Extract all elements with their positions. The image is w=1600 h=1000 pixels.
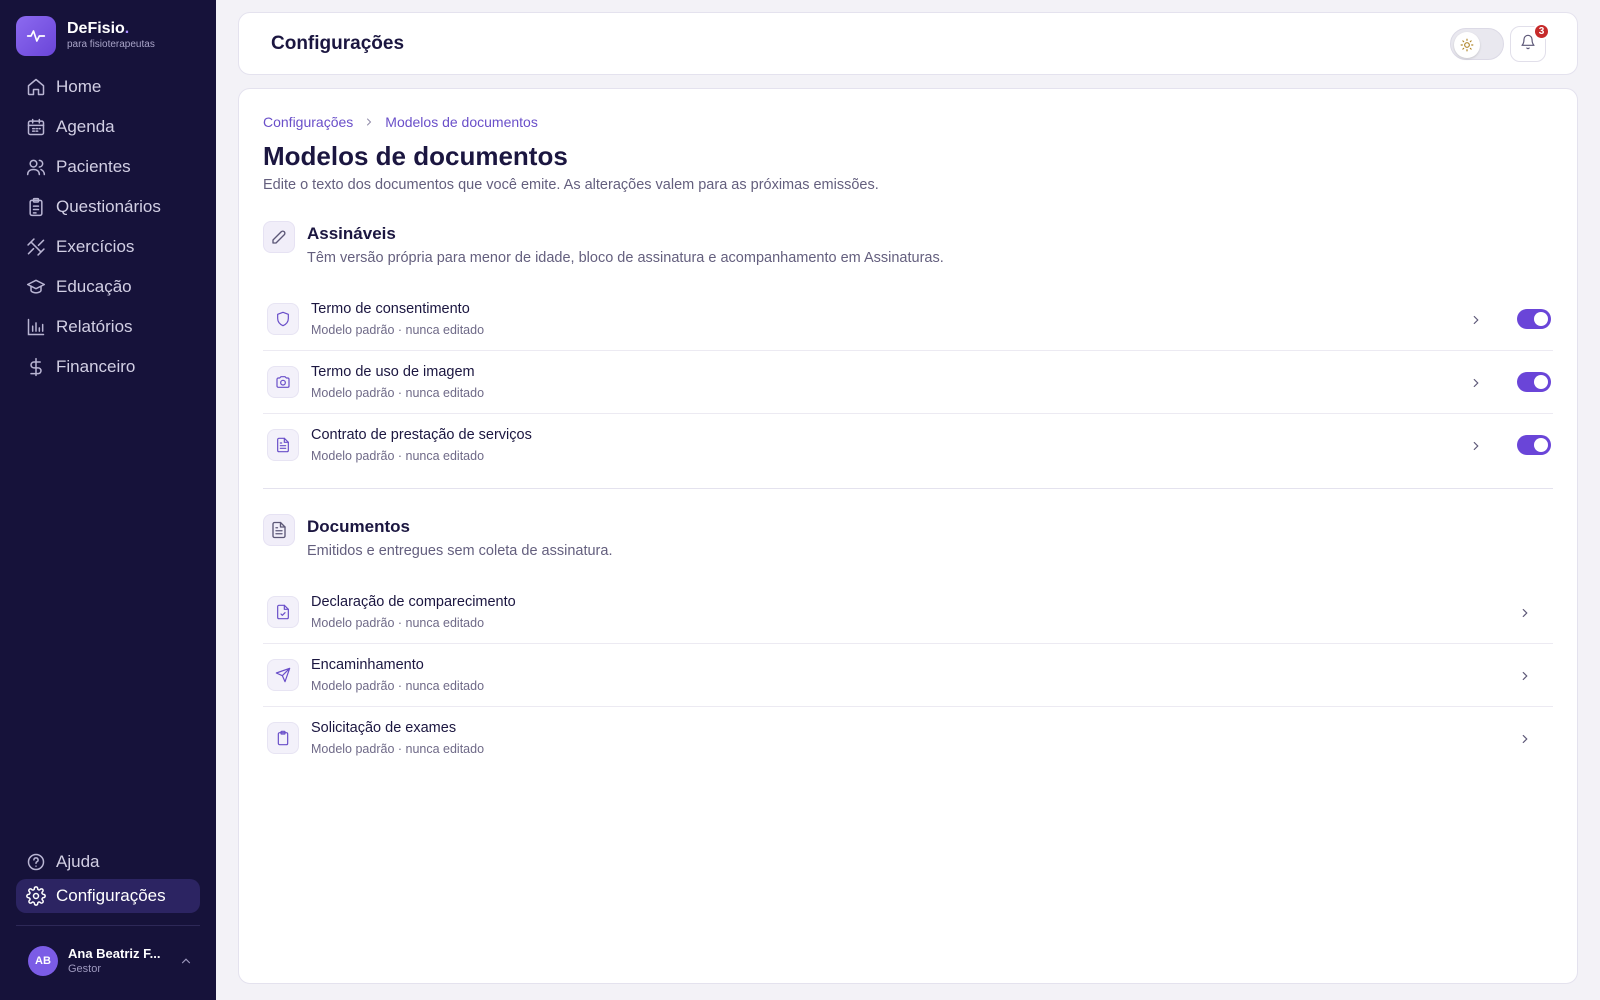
sidebar-item-agenda[interactable]: Agenda	[16, 110, 200, 144]
chevron-up-icon	[179, 954, 193, 968]
section-title: Assináveis	[307, 224, 396, 243]
clipboard-icon	[267, 722, 299, 754]
sidebar-bottom-nav: Ajuda Configurações	[16, 845, 200, 913]
top-header: Configurações 3	[238, 12, 1578, 75]
section-documents: Documentos Emitidos e entregues sem cole…	[263, 514, 1553, 756]
sidebar: DeFisio. para fisioterapeutas Home Agend…	[0, 0, 216, 1000]
item-title: Termo de consentimento	[311, 301, 470, 317]
list-item[interactable]: Declaração de comparecimento Modelo padr…	[263, 581, 1553, 644]
calendar-icon	[26, 117, 46, 137]
item-title: Encaminhamento	[311, 657, 424, 673]
sidebar-item-configuracoes[interactable]: Configurações	[16, 879, 200, 913]
home-icon	[26, 77, 46, 97]
enable-toggle[interactable]	[1517, 435, 1551, 455]
item-subtitle: Modelo padrão · nunca editado	[311, 742, 485, 756]
item-subtitle: Modelo padrão · nunca editado	[311, 616, 485, 630]
sidebar-item-label: Questionários	[56, 197, 161, 216]
sidebar-item-label: Exercícios	[56, 237, 135, 256]
sidebar-item-educacao[interactable]: Educação	[16, 270, 200, 304]
sidebar-item-relatorios[interactable]: Relatórios	[16, 310, 200, 344]
sidebar-item-label: Home	[56, 77, 102, 96]
chevron-right-icon[interactable]	[1468, 438, 1484, 454]
bell-icon	[1520, 34, 1536, 55]
section-signable: Assináveis Têm versão própria para menor…	[263, 221, 1553, 463]
brand[interactable]: DeFisio. para fisioterapeutas	[16, 16, 155, 56]
item-subtitle: Modelo padrão · nunca editado	[311, 449, 485, 463]
file-text-icon	[263, 514, 295, 546]
list-item[interactable]: Termo de uso de imagem Modelo padrão · n…	[263, 351, 1553, 414]
item-title: Termo de uso de imagem	[311, 364, 475, 380]
dumbbell-icon	[26, 237, 46, 257]
dollar-icon	[26, 357, 46, 377]
user-menu[interactable]: AB Ana Beatriz F... Gestor	[28, 946, 193, 976]
item-subtitle: Modelo padrão · nunca editado	[311, 386, 485, 400]
list-item[interactable]: Contrato de prestação de serviços Modelo…	[263, 414, 1553, 477]
notification-badge: 3	[1533, 23, 1550, 40]
sidebar-item-financeiro[interactable]: Financeiro	[16, 350, 200, 384]
header-title: Configurações	[271, 33, 405, 54]
brand-subtitle: para fisioterapeutas	[67, 39, 155, 50]
brand-name: DeFisio.	[67, 20, 130, 37]
gear-icon	[26, 886, 46, 906]
breadcrumb: Configurações Modelos de documentos	[263, 114, 538, 130]
sidebar-item-label: Configurações	[56, 886, 166, 905]
enable-toggle[interactable]	[1517, 372, 1551, 392]
sidebar-item-questionarios[interactable]: Questionários	[16, 190, 200, 224]
clipboard-icon	[26, 197, 46, 217]
item-subtitle: Modelo padrão · nunca editado	[311, 679, 485, 693]
chevron-right-icon[interactable]	[1468, 312, 1484, 328]
pen-icon	[263, 221, 295, 253]
sidebar-item-exercicios[interactable]: Exercícios	[16, 230, 200, 264]
list-item[interactable]: Encaminhamento Modelo padrão · nunca edi…	[263, 644, 1553, 707]
camera-icon	[267, 366, 299, 398]
graduation-cap-icon	[26, 277, 46, 297]
notifications-button[interactable]: 3	[1510, 23, 1550, 62]
list-item[interactable]: Termo de consentimento Modelo padrão · n…	[263, 288, 1553, 351]
chevron-right-icon[interactable]	[1517, 605, 1533, 621]
sidebar-nav: Home Agenda Pacientes Questionários Exer…	[16, 70, 200, 390]
sidebar-item-label: Relatórios	[56, 317, 133, 336]
page-description: Edite o texto dos documentos que você em…	[263, 177, 879, 193]
chevron-right-icon[interactable]	[1517, 668, 1533, 684]
pulse-icon	[16, 16, 56, 56]
sidebar-item-home[interactable]: Home	[16, 70, 200, 104]
item-subtitle: Modelo padrão · nunca editado	[311, 323, 485, 337]
sidebar-item-ajuda[interactable]: Ajuda	[16, 845, 200, 879]
sidebar-item-label: Ajuda	[56, 852, 100, 871]
user-role: Gestor	[68, 963, 102, 975]
sidebar-item-pacientes[interactable]: Pacientes	[16, 150, 200, 184]
list-item[interactable]: Solicitação de exames Modelo padrão · nu…	[263, 707, 1553, 770]
chevron-right-icon[interactable]	[1517, 731, 1533, 747]
main-card: Configurações Modelos de documentos Mode…	[238, 88, 1578, 984]
sun-icon	[1454, 32, 1480, 58]
user-name: Ana Beatriz F...	[68, 946, 161, 961]
breadcrumb-parent[interactable]: Configurações	[263, 114, 353, 130]
bar-chart-icon	[26, 317, 46, 337]
sidebar-item-label: Pacientes	[56, 157, 131, 176]
theme-toggle[interactable]	[1450, 28, 1504, 60]
section-title: Documentos	[307, 517, 410, 536]
avatar: AB	[28, 946, 58, 976]
item-title: Solicitação de exames	[311, 720, 457, 736]
file-text-icon	[267, 429, 299, 461]
page-title: Modelos de documentos	[263, 141, 568, 171]
sidebar-item-label: Agenda	[56, 117, 115, 136]
help-circle-icon	[26, 852, 46, 872]
section-description: Têm versão própria para menor de idade, …	[307, 250, 944, 266]
shield-icon	[267, 303, 299, 335]
section-description: Emitidos e entregues sem coleta de assin…	[307, 543, 613, 559]
item-title: Contrato de prestação de serviços	[311, 427, 532, 443]
item-title: Declaração de comparecimento	[311, 594, 516, 610]
sidebar-item-label: Educação	[56, 277, 132, 296]
chevron-right-icon	[363, 116, 375, 128]
sidebar-item-label: Financeiro	[56, 357, 136, 376]
send-icon	[267, 659, 299, 691]
file-check-icon	[267, 596, 299, 628]
enable-toggle[interactable]	[1517, 309, 1551, 329]
users-icon	[26, 157, 46, 177]
section-divider	[263, 488, 1553, 489]
sidebar-divider	[16, 925, 200, 926]
chevron-right-icon[interactable]	[1468, 375, 1484, 391]
breadcrumb-current: Modelos de documentos	[385, 114, 538, 130]
